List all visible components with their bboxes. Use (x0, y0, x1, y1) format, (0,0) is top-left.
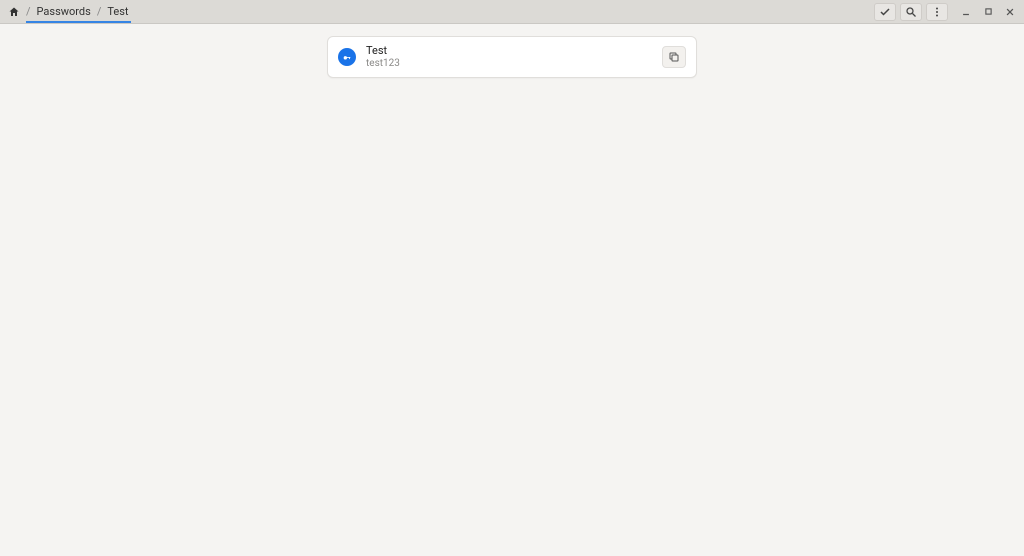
header-bar: / Passwords / Test (0, 0, 1024, 24)
entry-text: Test test123 (366, 45, 652, 69)
minimize-button[interactable] (958, 4, 974, 20)
password-entry-card[interactable]: Test test123 (327, 36, 697, 78)
home-icon[interactable] (8, 6, 20, 18)
copy-button[interactable] (662, 46, 686, 68)
search-button[interactable] (900, 3, 922, 21)
select-mode-button[interactable] (874, 3, 896, 21)
entry-title: Test (366, 45, 652, 58)
breadcrumb-section[interactable]: Passwords (37, 5, 91, 18)
menu-button[interactable] (926, 3, 948, 21)
entry-username: test123 (366, 58, 652, 70)
window-controls (958, 4, 1018, 20)
key-icon (338, 48, 356, 66)
close-button[interactable] (1002, 4, 1018, 20)
breadcrumb-separator: / (97, 5, 102, 18)
breadcrumb-separator: / (26, 5, 31, 18)
breadcrumb-active-underline (26, 21, 131, 23)
content-area: Test test123 (0, 24, 1024, 90)
breadcrumb-current[interactable]: Test (107, 5, 128, 18)
breadcrumb: / Passwords / Test (6, 0, 131, 23)
maximize-button[interactable] (980, 4, 996, 20)
header-actions (874, 3, 1018, 21)
